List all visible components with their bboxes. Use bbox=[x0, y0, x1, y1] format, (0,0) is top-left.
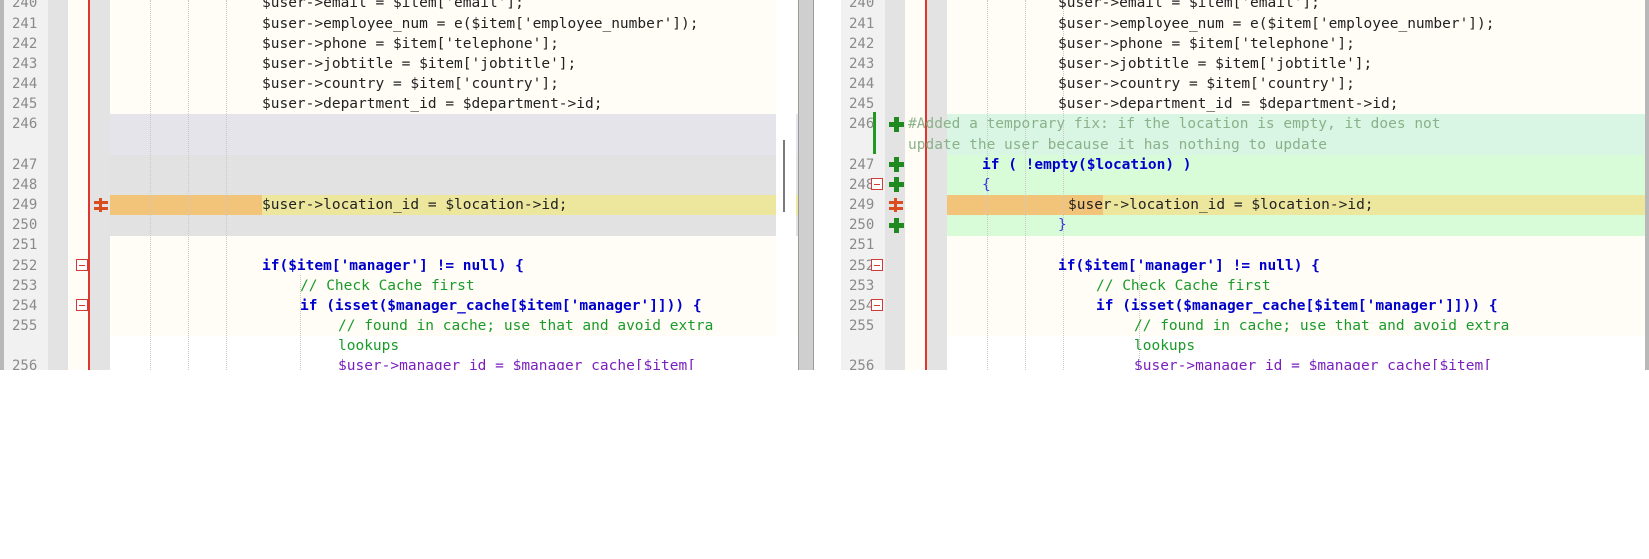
line-number: 244 bbox=[12, 76, 38, 92]
left-file-pane[interactable]: 240 241 242 243 244 245 246 247 248 249 … bbox=[4, 0, 804, 390]
code-line: if (isset($manager_cache[$item['manager'… bbox=[1096, 298, 1498, 314]
diff-add-icon bbox=[889, 117, 904, 132]
window-border bbox=[1645, 0, 1649, 390]
diff-gutter-line bbox=[88, 0, 90, 390]
code-line: } bbox=[1058, 217, 1067, 233]
line-number: 251 bbox=[849, 237, 875, 253]
diff-add-icon bbox=[889, 157, 904, 172]
code-line: $user->location_id = $location->id; bbox=[1068, 197, 1374, 213]
diff-placeholder-region bbox=[110, 114, 804, 155]
code-line: $user->phone = $item['telephone']; bbox=[262, 36, 559, 52]
code-line: $user->department_id = $department->id; bbox=[262, 96, 603, 112]
line-number: 248 bbox=[12, 177, 38, 193]
code-line: $user->email = $item['email']; bbox=[1058, 0, 1320, 11]
code-line: if (isset($manager_cache[$item['manager'… bbox=[300, 298, 702, 314]
code-line: lookups bbox=[338, 338, 400, 354]
line-number: 242 bbox=[849, 36, 875, 52]
code-line: $user->employee_num = e($item['employee_… bbox=[1058, 16, 1495, 32]
line-number: 252 bbox=[12, 258, 38, 274]
code-line: if($item['manager'] != null) { bbox=[262, 258, 524, 274]
line-number: 246 bbox=[12, 116, 38, 132]
indent-guide bbox=[226, 0, 227, 390]
line-number: 253 bbox=[12, 278, 38, 294]
indent-guide bbox=[1025, 0, 1026, 390]
diff-add-icon bbox=[889, 177, 904, 192]
line-number: 250 bbox=[849, 217, 875, 233]
scrollbar-thumb[interactable] bbox=[783, 140, 785, 212]
code-line: // Check Cache first bbox=[1096, 278, 1271, 294]
vertical-scrollbar[interactable] bbox=[776, 0, 796, 390]
code-line: // Check Cache first bbox=[300, 278, 475, 294]
gutter-strip bbox=[90, 0, 110, 390]
fold-minus-icon[interactable] bbox=[871, 259, 883, 271]
line-number: 245 bbox=[849, 96, 875, 112]
code-line: $user->country = $item['country']; bbox=[262, 76, 559, 92]
indent-guide bbox=[188, 0, 189, 390]
right-file-pane[interactable]: 240 241 242 243 244 245 246 247 248 249 … bbox=[841, 0, 1645, 390]
code-line: $user->country = $item['country']; bbox=[1058, 76, 1355, 92]
diff-change-icon bbox=[94, 198, 108, 212]
diff-change-icon bbox=[889, 198, 903, 212]
line-number: 254 bbox=[849, 298, 875, 314]
fold-minus-icon[interactable] bbox=[76, 259, 88, 271]
line-number: 240 bbox=[12, 0, 38, 11]
window-border bbox=[0, 0, 4, 390]
line-number: 245 bbox=[12, 96, 38, 112]
code-line: if($item['manager'] != null) { bbox=[1058, 258, 1320, 274]
code-line: update the user because it has nothing t… bbox=[908, 137, 1328, 153]
line-number: 241 bbox=[12, 16, 38, 32]
diff-add-icon bbox=[889, 218, 904, 233]
fold-minus-icon[interactable] bbox=[76, 299, 88, 311]
code-line: $user->location_id = $location->id; bbox=[262, 197, 568, 213]
code-line: lookups bbox=[1134, 338, 1196, 354]
diff-gutter-line bbox=[925, 0, 927, 390]
code-line: $user->employee_num = e($item['employee_… bbox=[262, 16, 699, 32]
line-number: 247 bbox=[12, 157, 38, 173]
line-number: 249 bbox=[12, 197, 38, 213]
line-number: 251 bbox=[12, 237, 38, 253]
code-line: $user->phone = $item['telephone']; bbox=[1058, 36, 1355, 52]
whitespace-change-highlight bbox=[110, 195, 262, 216]
diff-editor: 240 241 242 243 244 245 246 247 248 249 … bbox=[0, 0, 1649, 390]
line-number: 255 bbox=[12, 318, 38, 334]
code-line: $user->department_id = $department->id; bbox=[1058, 96, 1399, 112]
code-line: // found in cache; use that and avoid ex… bbox=[338, 318, 714, 334]
diff-placeholder-region bbox=[110, 155, 804, 195]
fold-minus-icon[interactable] bbox=[871, 299, 883, 311]
code-line: $user->jobtitle = $item['jobtitle']; bbox=[262, 56, 577, 72]
pane-splitter[interactable] bbox=[798, 0, 814, 390]
line-number: 249 bbox=[849, 197, 875, 213]
line-number: 252 bbox=[849, 258, 875, 274]
line-number: 241 bbox=[849, 16, 875, 32]
code-line: $user->jobtitle = $item['jobtitle']; bbox=[1058, 56, 1373, 72]
line-number: 250 bbox=[12, 217, 38, 233]
code-line: #Added a temporary fix: if the location … bbox=[908, 116, 1441, 132]
code-line: if ( !empty($location) ) bbox=[982, 157, 1192, 173]
gutter-strip bbox=[927, 0, 947, 390]
line-number: 254 bbox=[12, 298, 38, 314]
code-line: { bbox=[982, 177, 991, 193]
line-number: 248 bbox=[849, 177, 875, 193]
added-line-highlight bbox=[947, 215, 1645, 236]
diff-placeholder-region bbox=[110, 215, 804, 236]
fold-minus-icon[interactable] bbox=[871, 178, 883, 190]
line-number: 255 bbox=[849, 318, 875, 334]
line-number: 253 bbox=[849, 278, 875, 294]
indent-guide bbox=[150, 0, 151, 390]
line-number: 242 bbox=[12, 36, 38, 52]
line-number: 243 bbox=[849, 56, 875, 72]
line-number: 247 bbox=[849, 157, 875, 173]
editor-bottom-edge bbox=[0, 370, 1649, 390]
code-line: // found in cache; use that and avoid ex… bbox=[1134, 318, 1510, 334]
line-number: 246 bbox=[849, 116, 875, 132]
line-number: 243 bbox=[12, 56, 38, 72]
line-number: 240 bbox=[849, 0, 875, 11]
line-number: 244 bbox=[849, 76, 875, 92]
code-line: $user->email = $item['email']; bbox=[262, 0, 524, 11]
